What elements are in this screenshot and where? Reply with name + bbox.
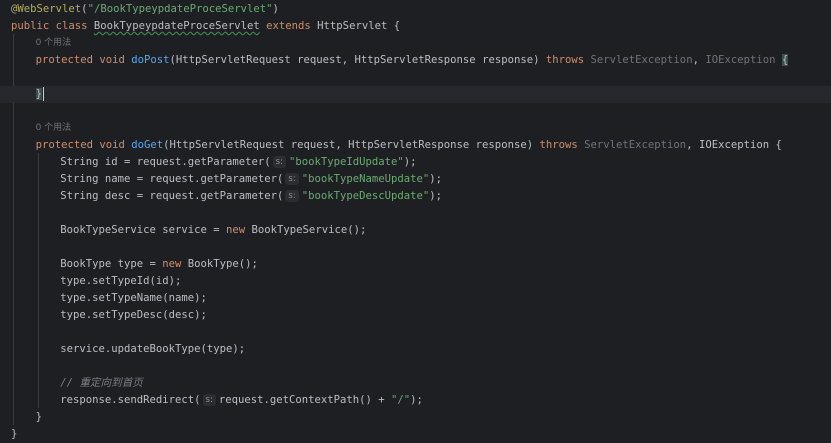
parameter-name-hint: s: — [272, 156, 286, 168]
code-token: ServletException — [584, 54, 693, 66]
code-token: BookType type = — [60, 258, 163, 270]
usage-count-label: 0 个用法 — [35, 123, 72, 133]
code-line[interactable]: } — [0, 426, 831, 443]
code-line[interactable]: String desc = request.getParameter(s: "bo… — [0, 188, 831, 205]
code-line[interactable]: protected void doGet(HttpServletRequest … — [0, 137, 831, 154]
code-token: new — [226, 224, 246, 236]
code-line[interactable]: BookTypeService service = new BookTypeSe… — [0, 222, 831, 239]
code-token: response.sendRedirect( — [60, 394, 201, 406]
code-token: "bookTypeIdUpdate" — [288, 156, 404, 168]
code-token: protected void — [35, 54, 132, 66]
code-line[interactable]: type.setTypeId(id); — [0, 273, 831, 290]
code-token: "bookTypeDescUpdate" — [301, 190, 430, 202]
code-line[interactable] — [0, 358, 831, 375]
code-token: type.setTypeName(name); — [60, 292, 207, 304]
usage-count-label: 0 个用法 — [35, 38, 72, 48]
code-line[interactable]: @WebServlet("/BookTypeypdateProceServlet… — [0, 1, 831, 18]
code-token: BookTypeService(); — [245, 224, 367, 236]
code-line[interactable]: } — [0, 409, 831, 426]
parameter-name-hint: s: — [285, 190, 299, 202]
code-token: BookType(); — [181, 258, 258, 270]
code-token: type.setTypeDesc(desc); — [60, 309, 207, 321]
code-editor[interactable]: @WebServlet("/BookTypeypdateProceServlet… — [0, 0, 831, 443]
code-line[interactable]: } — [0, 86, 831, 103]
code-token: } — [35, 88, 42, 100]
code-line[interactable]: String name = request.getParameter(s: "bo… — [0, 171, 831, 188]
code-token: String name = request.getParameter( — [60, 173, 284, 185]
code-token: } — [11, 428, 18, 440]
code-token: HttpServlet { — [310, 20, 401, 32]
code-token: "/BookTypeypdateProceServlet" — [87, 3, 273, 15]
usage-hint-line[interactable]: 0 个用法 — [0, 120, 831, 137]
code-token: ); — [410, 394, 423, 406]
code-token: ); — [403, 156, 417, 168]
code-token: ) — [272, 3, 279, 15]
code-token: String id = request.getParameter( — [60, 156, 271, 168]
code-line[interactable]: public class BookTypeypdateProceServlet … — [0, 18, 831, 35]
code-token: (HttpServletRequest request, HttpServlet… — [169, 54, 546, 66]
code-token: doPost — [131, 54, 170, 66]
code-line[interactable] — [0, 69, 831, 86]
code-token: ); — [429, 173, 443, 185]
code-line[interactable]: String id = request.getParameter(s: "book… — [0, 154, 831, 171]
parameter-name-hint: s: — [202, 394, 216, 406]
code-line[interactable]: protected void doPost(HttpServletRequest… — [0, 52, 831, 69]
code-token: IOException — [705, 54, 776, 66]
code-line[interactable]: type.setTypeDesc(desc); — [0, 307, 831, 324]
code-token: { — [781, 54, 789, 66]
code-token: doGet — [131, 139, 164, 151]
code-token: service.updateBookType(type); — [60, 343, 246, 355]
code-token: throws — [545, 54, 585, 66]
text-caret — [42, 87, 44, 101]
code-comment: // 重定向到首页 — [60, 377, 143, 389]
code-line[interactable] — [0, 103, 831, 120]
code-token: BookTypeService service = — [60, 224, 227, 236]
code-line[interactable]: response.sendRedirect(s: request.getConte… — [0, 392, 831, 409]
code-token: "/" — [391, 394, 411, 406]
usage-hint-line[interactable]: 0 个用法 — [0, 35, 831, 52]
code-token: (HttpServletRequest request, HttpServlet… — [163, 139, 540, 151]
code-line[interactable]: BookType type = new BookType(); — [0, 256, 831, 273]
code-line[interactable] — [0, 324, 831, 341]
code-token: ); — [429, 190, 443, 202]
code-token: "bookTypeNameUpdate" — [301, 173, 430, 185]
code-token: throws — [539, 139, 578, 151]
code-token: request.getContextPath() + — [218, 394, 392, 406]
code-line[interactable] — [0, 239, 831, 256]
code-token: new — [162, 258, 182, 270]
parameter-name-hint: s: — [285, 173, 299, 185]
code-token: ServletException — [577, 139, 687, 151]
code-token: String desc = request.getParameter( — [60, 190, 284, 202]
code-token: } — [35, 411, 42, 423]
code-token: public class — [11, 20, 94, 32]
code-line[interactable] — [0, 205, 831, 222]
code-token: BookTypeypdateProceServlet — [93, 20, 260, 32]
code-token: type.setTypeId(id); — [60, 275, 182, 287]
code-line[interactable]: service.updateBookType(type); — [0, 341, 831, 358]
code-token: , — [692, 54, 706, 66]
code-token: , IOException { — [686, 139, 782, 151]
code-token: extends — [266, 20, 311, 32]
code-line[interactable]: type.setTypeName(name); — [0, 290, 831, 307]
code-token: protected void — [35, 139, 132, 151]
code-token: @WebServlet — [11, 3, 82, 15]
code-line[interactable]: // 重定向到首页 — [0, 375, 831, 392]
